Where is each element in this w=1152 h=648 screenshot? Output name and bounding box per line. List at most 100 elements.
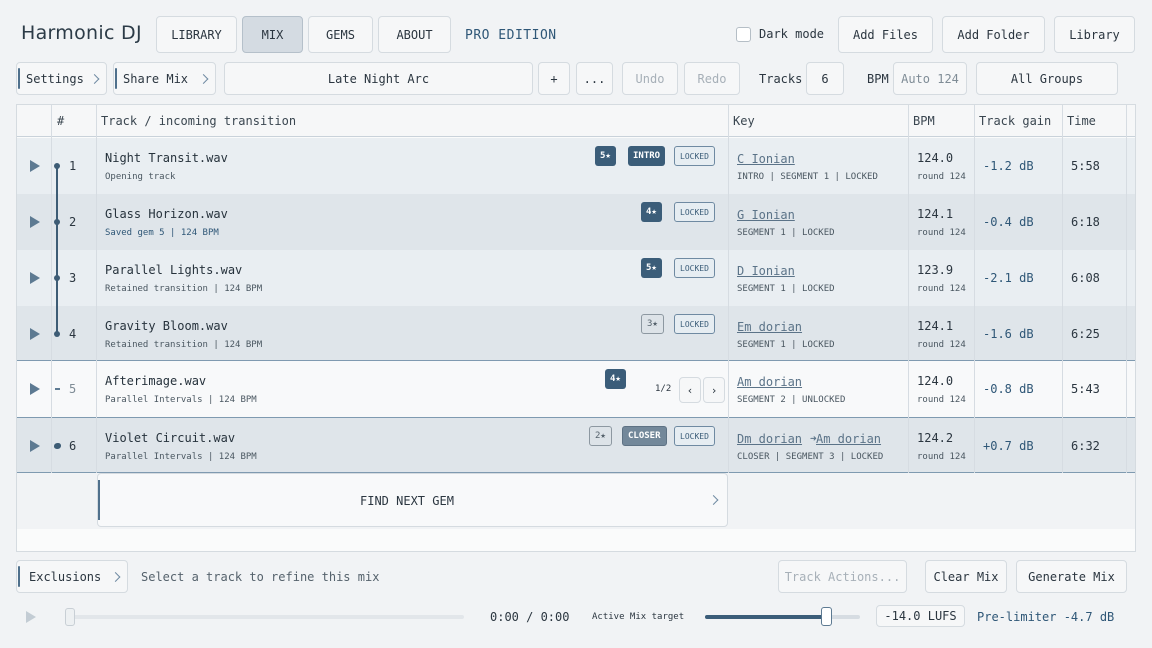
redo-button[interactable]: Redo (684, 62, 740, 95)
tab-mix[interactable]: MIX (242, 16, 303, 53)
bpm-rounded: round 124 (917, 452, 966, 462)
track-subtitle: Saved gem 5 | 124 BPM (105, 228, 219, 238)
intro-badge[interactable]: INTRO (628, 146, 666, 166)
column-divider (51, 105, 52, 473)
seek-handle[interactable] (65, 608, 75, 626)
pager-next-button[interactable]: › (703, 377, 725, 403)
rating-badge[interactable]: 5★ (641, 258, 662, 278)
share-mix-dropdown[interactable]: Share Mix (113, 62, 216, 95)
track-subtitle: Parallel Intervals | 124 BPM (105, 452, 257, 462)
add-folder-button[interactable]: Add Folder (942, 16, 1045, 53)
play-icon[interactable] (30, 440, 40, 452)
track-time: 6:25 (1071, 327, 1100, 341)
bpm-rounded: round 124 (917, 284, 966, 294)
key-link[interactable]: C Ionian (737, 152, 795, 166)
key-detail: INTRO | SEGMENT 1 | LOCKED (737, 172, 878, 182)
tab-about[interactable]: ABOUT (378, 16, 451, 53)
table-row[interactable]: 3 Parallel Lights.wav Retained transitio… (17, 250, 1135, 306)
clear-mix-button[interactable]: Clear Mix (925, 560, 1007, 593)
rating-badge[interactable]: 4★ (641, 202, 662, 222)
key-link[interactable]: D Ionian (737, 264, 795, 278)
add-files-button[interactable]: Add Files (838, 16, 933, 53)
track-title: Glass Horizon.wav (105, 207, 228, 221)
track-gain[interactable]: -1.6 dB (983, 327, 1034, 341)
seek-bar[interactable] (66, 615, 464, 619)
track-time: 5:43 (1071, 382, 1100, 396)
table-row[interactable]: 1 Night Transit.wav Opening track 5★ INT… (17, 138, 1135, 194)
track-subtitle: Opening track (105, 172, 176, 182)
tab-gems[interactable]: GEMS (308, 16, 373, 53)
track-subtitle: Parallel Intervals | 124 BPM (105, 395, 257, 405)
chain-end-icon (54, 443, 61, 449)
lufs-input[interactable]: -14.0 LUFS (876, 605, 965, 627)
column-divider (974, 105, 975, 473)
dark-mode-checkbox[interactable] (736, 27, 751, 42)
pager-prev-button[interactable]: ‹ (679, 377, 701, 403)
play-icon[interactable] (30, 272, 40, 284)
rating-badge[interactable]: 3★ (641, 314, 664, 334)
bpm-label: BPM (867, 72, 889, 86)
key-detail: SEGMENT 2 | UNLOCKED (737, 395, 846, 405)
table-row[interactable]: 6 Violet Circuit.wav Parallel Intervals … (17, 417, 1135, 473)
mix-name-field[interactable]: Late Night Arc (224, 62, 533, 95)
track-number: 2 (69, 215, 77, 229)
play-icon[interactable] (30, 383, 40, 395)
track-actions-button[interactable]: Track Actions... (778, 560, 907, 593)
header-index: # (57, 114, 65, 128)
key-link[interactable]: Am dorian (737, 375, 802, 389)
tab-library[interactable]: LIBRARY (156, 16, 237, 53)
edition-label: PRO EDITION (465, 28, 557, 43)
tracks-label: Tracks (759, 72, 803, 86)
locked-badge[interactable]: LOCKED (674, 202, 715, 222)
locked-badge[interactable]: LOCKED (674, 426, 715, 446)
settings-dropdown[interactable]: Settings (16, 62, 107, 95)
track-gain[interactable]: +0.7 dB (983, 439, 1034, 453)
table-row[interactable]: 2 Glass Horizon.wav Saved gem 5 | 124 BP… (17, 194, 1135, 250)
play-icon[interactable] (30, 216, 40, 228)
closer-badge[interactable]: CLOSER (622, 426, 667, 446)
find-next-gem-button[interactable]: FIND NEXT GEM (97, 473, 728, 527)
key-link[interactable]: G Ionian (737, 208, 795, 222)
track-gain[interactable]: -1.2 dB (983, 159, 1034, 173)
library-button[interactable]: Library (1054, 16, 1135, 53)
table-row[interactable]: 5 Afterimage.wav Parallel Intervals | 12… (17, 360, 1135, 417)
undo-button[interactable]: Undo (622, 62, 678, 95)
track-subtitle: Retained transition | 124 BPM (105, 284, 263, 294)
locked-badge[interactable]: LOCKED (674, 258, 715, 278)
column-divider (1126, 105, 1127, 473)
exclusions-dropdown[interactable]: Exclusions (16, 560, 128, 593)
track-number: 3 (69, 271, 77, 285)
rating-badge[interactable]: 2★ (589, 426, 612, 446)
tracks-count-input[interactable]: 6 (806, 62, 844, 95)
more-options-button[interactable]: ... (576, 62, 613, 95)
key-link[interactable]: Em dorian (737, 320, 802, 334)
bpm-value: 124.1 (917, 319, 954, 333)
add-mix-button[interactable]: + (538, 62, 570, 95)
key-from-link[interactable]: Dm dorian (737, 432, 802, 446)
play-icon[interactable] (30, 160, 40, 172)
chevron-right-icon (198, 73, 209, 84)
track-gain[interactable]: -0.8 dB (983, 382, 1034, 396)
track-number: 6 (69, 439, 77, 453)
bpm-value: 124.0 (917, 151, 954, 165)
bpm-value: 123.9 (917, 263, 954, 277)
track-gain[interactable]: -0.4 dB (983, 215, 1034, 229)
bpm-input[interactable]: Auto 124 (893, 62, 967, 95)
settings-label: Settings (26, 71, 84, 86)
locked-badge[interactable]: LOCKED (674, 146, 715, 166)
key-link[interactable]: Am dorian (816, 432, 881, 446)
volume-handle[interactable] (821, 607, 832, 626)
header-key: Key (733, 114, 755, 128)
chain-line (56, 164, 58, 334)
locked-badge[interactable]: LOCKED (674, 314, 715, 334)
rating-badge[interactable]: 5★ (595, 146, 616, 166)
generate-mix-button[interactable]: Generate Mix (1016, 560, 1127, 593)
header-time: Time (1067, 114, 1096, 128)
groups-select[interactable]: All Groups (976, 62, 1118, 95)
rating-badge[interactable]: 4★ (605, 369, 626, 389)
play-icon[interactable] (26, 611, 36, 623)
play-icon[interactable] (30, 328, 40, 340)
track-gain[interactable]: -2.1 dB (983, 271, 1034, 285)
table-row[interactable]: 4 Gravity Bloom.wav Retained transition … (17, 306, 1135, 362)
app-title: Harmonic DJ (21, 22, 142, 44)
